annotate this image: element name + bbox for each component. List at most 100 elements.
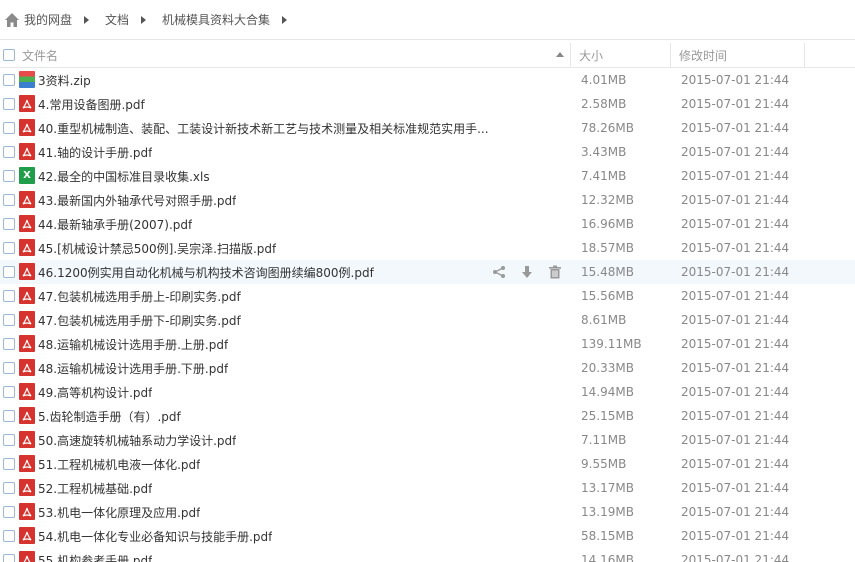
delete-icon[interactable] — [546, 263, 564, 281]
file-size: 12.32MB — [581, 193, 634, 207]
row-checkbox[interactable] — [3, 98, 15, 110]
file-name[interactable]: 53.机电一体化原理及应用.pdf — [38, 504, 200, 521]
file-name[interactable]: 51.工程机械机电液一体化.pdf — [38, 456, 200, 473]
file-row[interactable]: 52.工程机械基础.pdf 13.17MB 2015-07-01 21:44 — [0, 476, 855, 500]
file-row[interactable]: 48.运输机械设计选用手册.上册.pdf 139.11MB 2015-07-01 2… — [0, 332, 855, 356]
row-checkbox[interactable] — [3, 506, 15, 518]
file-name[interactable]: 55.机构参考手册.pdf — [38, 552, 152, 562]
breadcrumb-docs[interactable]: 文档 — [105, 11, 129, 28]
file-name[interactable]: 41.轴的设计手册.pdf — [38, 144, 152, 161]
pdf-file-icon — [19, 143, 35, 160]
file-size: 15.48MB — [581, 265, 634, 279]
file-name[interactable]: 47.包装机械选用手册上-印刷实务.pdf — [38, 288, 241, 305]
file-size: 25.15MB — [581, 409, 634, 423]
file-modified-time: 2015-07-01 21:44 — [681, 313, 790, 327]
pdf-file-icon — [19, 335, 35, 352]
file-row[interactable]: 44.最新轴承手册(2007).pdf 16.96MB 2015-07-01 21:… — [0, 212, 855, 236]
row-checkbox[interactable] — [3, 458, 15, 470]
row-checkbox[interactable] — [3, 194, 15, 206]
file-row[interactable]: 43.最新国内外轴承代号对照手册.pdf 12.32MB 2015-07-01 21… — [0, 188, 855, 212]
file-row[interactable]: 50.高速旋转机械轴系动力学设计.pdf 7.11MB 2015-07-01 21:… — [0, 428, 855, 452]
file-row[interactable]: X 42.最全的中国标准目录收集.xls 7.41MB 2015-07-01 21:4… — [0, 164, 855, 188]
file-name[interactable]: 50.高速旋转机械轴系动力学设计.pdf — [38, 432, 236, 449]
file-row[interactable]: 55.机构参考手册.pdf 14.16MB 2015-07-01 21:44 — [0, 548, 855, 562]
chevron-right-icon — [84, 15, 90, 24]
file-name[interactable]: 46.1200例实用自动化机械与机构技术咨询图册续编800例.pdf — [38, 264, 374, 281]
breadcrumb-current-folder[interactable]: 机械模具资料大合集 — [162, 11, 270, 28]
file-row[interactable]: 3资料.zip 4.01MB 2015-07-01 21:44 — [0, 68, 855, 92]
file-name[interactable]: 3资料.zip — [38, 72, 91, 89]
column-header-name[interactable]: 文件名 — [0, 43, 570, 68]
breadcrumb-folder-label: 机械模具资料大合集 — [162, 13, 271, 27]
download-icon[interactable] — [518, 263, 536, 281]
file-size: 2.58MB — [581, 97, 627, 111]
row-checkbox[interactable] — [3, 482, 15, 494]
file-row[interactable]: 48.运输机械设计选用手册.下册.pdf 20.33MB 2015-07-01 21… — [0, 356, 855, 380]
row-checkbox[interactable] — [3, 122, 15, 134]
file-row[interactable]: 4.常用设备图册.pdf 2.58MB 2015-07-01 21:44 — [0, 92, 855, 116]
pdf-file-icon — [19, 119, 35, 136]
row-checkbox[interactable] — [3, 266, 15, 278]
column-header-size[interactable]: 大小 — [570, 42, 670, 68]
file-name[interactable]: 49.高等机构设计.pdf — [38, 384, 152, 401]
pdf-file-icon — [19, 263, 35, 280]
file-modified-time: 2015-07-01 21:44 — [681, 361, 790, 375]
home-icon — [5, 12, 19, 27]
file-row[interactable]: 41.轴的设计手册.pdf 3.43MB 2015-07-01 21:44 — [0, 140, 855, 164]
row-checkbox[interactable] — [3, 434, 15, 446]
file-name[interactable]: 4.常用设备图册.pdf — [38, 96, 145, 113]
row-checkbox[interactable] — [3, 74, 15, 86]
file-size: 8.61MB — [581, 313, 627, 327]
chevron-right-icon — [141, 15, 147, 24]
file-row[interactable]: 54.机电一体化专业必备知识与技能手册.pdf 58.15MB 2015-07-01… — [0, 524, 855, 548]
row-checkbox[interactable] — [3, 554, 15, 562]
column-header-name-label: 文件名 — [22, 48, 59, 63]
file-row[interactable]: 53.机电一体化原理及应用.pdf 13.19MB 2015-07-01 21:44 — [0, 500, 855, 524]
file-name[interactable]: 54.机电一体化专业必备知识与技能手册.pdf — [38, 528, 272, 545]
pdf-file-icon — [19, 503, 35, 520]
row-checkbox[interactable] — [3, 290, 15, 302]
file-name[interactable]: 48.运输机械设计选用手册.下册.pdf — [38, 360, 228, 377]
row-checkbox[interactable] — [3, 242, 15, 254]
row-checkbox[interactable] — [3, 362, 15, 374]
pdf-file-icon — [19, 431, 35, 448]
file-size: 20.33MB — [581, 361, 634, 375]
file-row[interactable]: 5.齿轮制造手册（有）.pdf 25.15MB 2015-07-01 21:44 — [0, 404, 855, 428]
file-row[interactable]: 40.重型机械制造、装配、工装设计新技术新工艺与技术测量及相关标准规范实用手..… — [0, 116, 855, 140]
file-name[interactable]: 42.最全的中国标准目录收集.xls — [38, 168, 210, 185]
row-checkbox[interactable] — [3, 410, 15, 422]
file-row[interactable]: 47.包装机械选用手册下-印刷实务.pdf 8.61MB 2015-07-01 21… — [0, 308, 855, 332]
file-name[interactable]: 5.齿轮制造手册（有）.pdf — [38, 408, 181, 425]
row-checkbox[interactable] — [3, 386, 15, 398]
file-name[interactable]: 40.重型机械制造、装配、工装设计新技术新工艺与技术测量及相关标准规范实用手..… — [38, 120, 489, 137]
file-modified-time: 2015-07-01 21:44 — [681, 193, 790, 207]
row-checkbox[interactable] — [3, 338, 15, 350]
row-checkbox[interactable] — [3, 218, 15, 230]
file-modified-time: 2015-07-01 21:44 — [681, 289, 790, 303]
file-name[interactable]: 43.最新国内外轴承代号对照手册.pdf — [38, 192, 236, 209]
file-size: 15.56MB — [581, 289, 634, 303]
file-name[interactable]: 45.[机械设计禁忌500例].吴宗泽.扫描版.pdf — [38, 240, 276, 257]
pdf-file-icon — [19, 215, 35, 232]
file-row[interactable]: 46.1200例实用自动化机械与机构技术咨询图册续编800例.pdf 15.48M… — [0, 260, 855, 284]
file-modified-time: 2015-07-01 21:44 — [681, 481, 790, 495]
file-name[interactable]: 52.工程机械基础.pdf — [38, 480, 152, 497]
file-row[interactable]: 45.[机械设计禁忌500例].吴宗泽.扫描版.pdf 18.57MB 2015-0… — [0, 236, 855, 260]
share-icon[interactable] — [490, 263, 508, 281]
pdf-file-icon — [19, 551, 35, 562]
file-size: 13.17MB — [581, 481, 634, 495]
file-row[interactable]: 47.包装机械选用手册上-印刷实务.pdf 15.56MB 2015-07-01 2… — [0, 284, 855, 308]
file-row[interactable]: 51.工程机械机电液一体化.pdf 9.55MB 2015-07-01 21:44 — [0, 452, 855, 476]
row-checkbox[interactable] — [3, 314, 15, 326]
column-header-time[interactable]: 修改时间 — [670, 42, 805, 68]
file-name[interactable]: 44.最新轴承手册(2007).pdf — [38, 216, 192, 233]
file-row[interactable]: 49.高等机构设计.pdf 14.94MB 2015-07-01 21:44 — [0, 380, 855, 404]
row-checkbox[interactable] — [3, 530, 15, 542]
breadcrumb-home[interactable]: 我的网盘 — [4, 11, 72, 28]
file-name[interactable]: 48.运输机械设计选用手册.上册.pdf — [38, 336, 228, 353]
file-modified-time: 2015-07-01 21:44 — [681, 505, 790, 519]
file-name[interactable]: 47.包装机械选用手册下-印刷实务.pdf — [38, 312, 241, 329]
sort-ascending-icon[interactable] — [556, 51, 564, 57]
row-checkbox[interactable] — [3, 146, 15, 158]
row-checkbox[interactable] — [3, 170, 15, 182]
